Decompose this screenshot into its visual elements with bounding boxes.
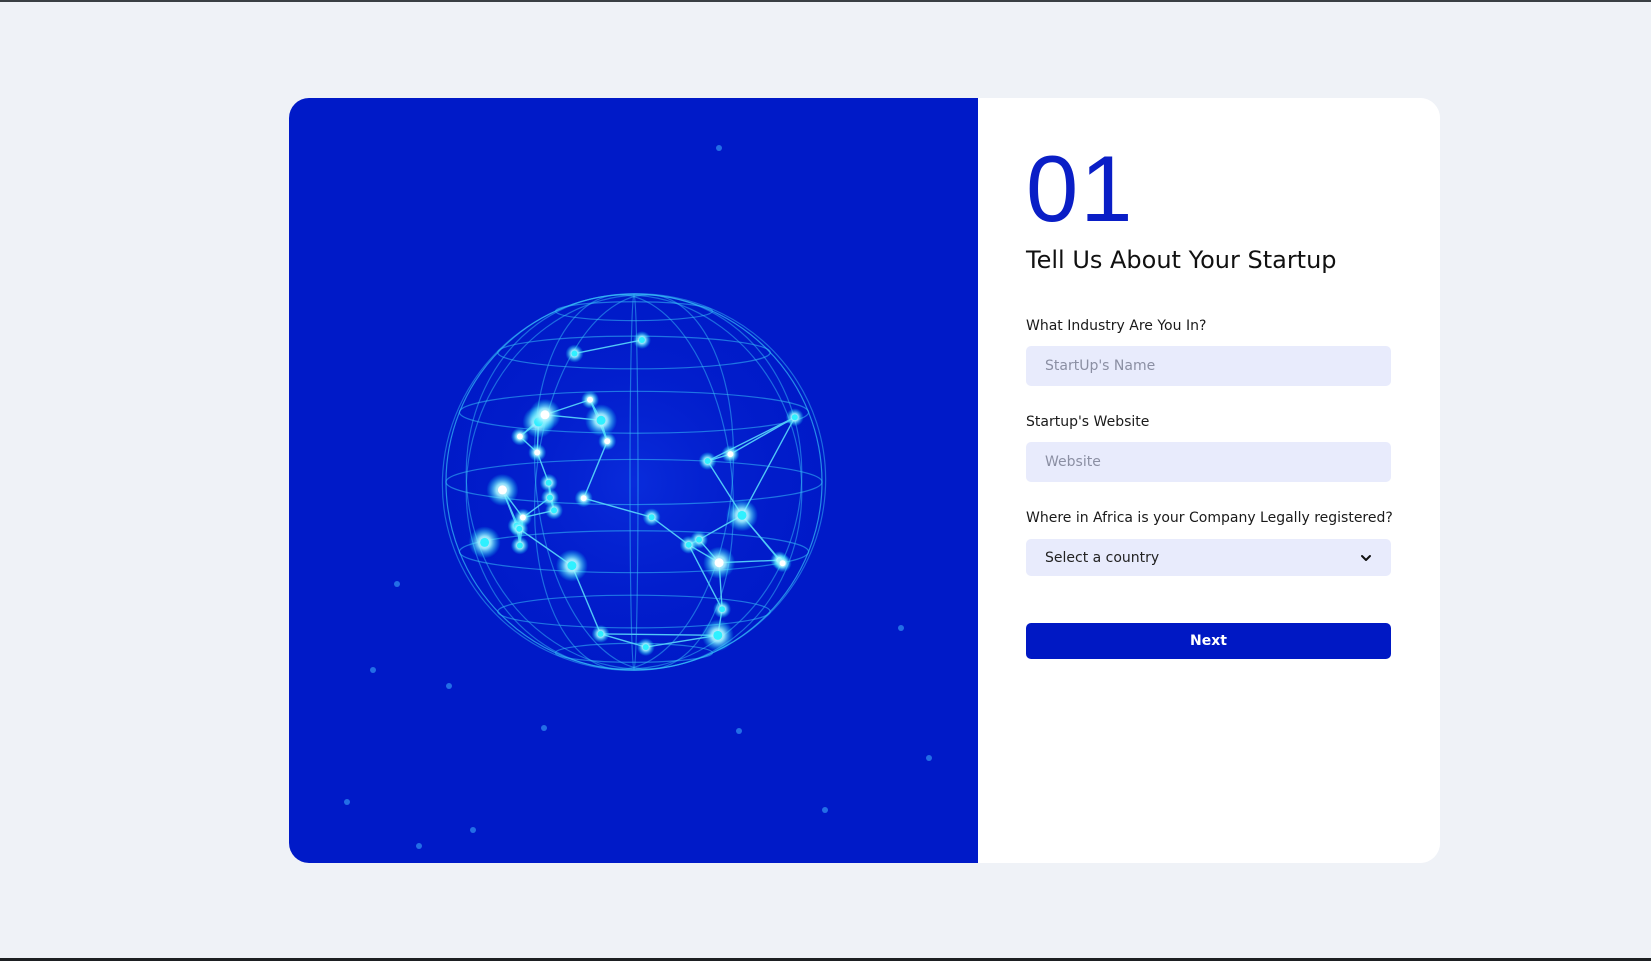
step-number: 01 xyxy=(1026,136,1135,241)
form-panel: 01 Tell Us About Your Startup What Indus… xyxy=(978,98,1440,863)
window-top-border xyxy=(0,0,1651,2)
country-select[interactable]: Select a country xyxy=(1026,539,1391,576)
industry-label: What Industry Are You In? xyxy=(1026,318,1207,334)
network-globe-icon xyxy=(344,145,932,849)
country-select-value: Select a country xyxy=(1045,549,1160,566)
website-input[interactable] xyxy=(1026,442,1391,482)
next-button[interactable]: Next xyxy=(1026,623,1391,659)
startup-name-input[interactable] xyxy=(1026,346,1391,386)
form-title: Tell Us About Your Startup xyxy=(1026,246,1337,274)
country-label: Where in Africa is your Company Legally … xyxy=(1026,510,1393,526)
hero-panel xyxy=(289,98,978,863)
website-label: Startup's Website xyxy=(1026,414,1150,430)
chevron-down-icon xyxy=(1361,554,1371,561)
onboarding-card: 01 Tell Us About Your Startup What Indus… xyxy=(289,98,1440,863)
